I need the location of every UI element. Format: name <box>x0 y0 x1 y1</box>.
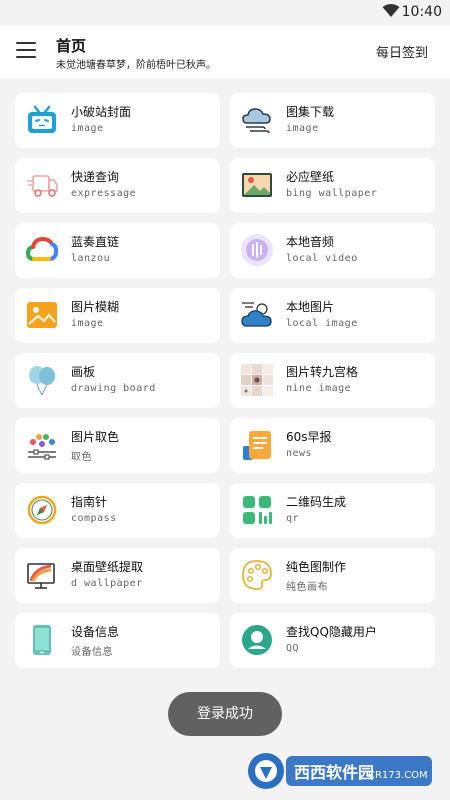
card-subtitle: expressage <box>71 188 137 199</box>
daily-checkin-button[interactable]: 每日签到 <box>376 42 428 61</box>
card-compass[interactable]: 指南针 compass <box>15 483 220 538</box>
card-subtitle: drawing board <box>71 383 156 394</box>
palette-icon <box>240 558 274 592</box>
card-subtitle: image <box>71 318 104 329</box>
page-title: 首页 <box>56 37 87 55</box>
card-desktop-wallpaper[interactable]: 桌面壁纸提取 d wallpaper <box>15 548 220 603</box>
orange-image-icon <box>25 298 59 332</box>
card-title: 指南针 <box>71 495 108 509</box>
landscape-picture-icon <box>240 168 274 202</box>
card-local-audio[interactable]: 本地音频 local video <box>230 223 435 278</box>
tool-grid: 小破站封面 image 图集下载 image 快递查询 expressage 必… <box>15 93 435 668</box>
hamburger-line-icon <box>16 42 36 44</box>
card-subtitle: image <box>286 123 319 134</box>
compass-icon <box>25 493 59 527</box>
menu-button[interactable] <box>14 38 38 62</box>
card-subtitle: news <box>286 448 313 459</box>
status-time: 10:40 <box>401 4 442 20</box>
card-subtitle: local image <box>286 318 358 329</box>
card-color-picker[interactable]: 图片取色 取色 <box>15 418 220 473</box>
wifi-icon <box>382 4 400 17</box>
card-title: 本地图片 <box>286 300 335 314</box>
balloons-icon <box>25 363 59 397</box>
delivery-truck-icon <box>25 168 59 202</box>
card-image-blur[interactable]: 图片模糊 image <box>15 288 220 343</box>
card-qr-generator[interactable]: 二维码生成 qr <box>230 483 435 538</box>
card-solid-color[interactable]: 纯色图制作 纯色画布 <box>230 548 435 603</box>
status-bar: 10:40 <box>0 0 450 26</box>
card-title: 60s早报 <box>286 430 332 444</box>
qq-user-icon <box>240 623 274 657</box>
card-subtitle: d wallpaper <box>71 578 143 589</box>
bilibili-tv-icon <box>25 103 59 137</box>
card-subtitle: bing wallpaper <box>286 188 378 199</box>
qr-code-icon <box>240 493 274 527</box>
card-drawing-board[interactable]: 画板 drawing board <box>15 353 220 408</box>
card-bilibili-cover[interactable]: 小破站封面 image <box>15 93 220 148</box>
card-title: 本地音频 <box>286 235 335 249</box>
cloud-wind-icon <box>240 103 274 137</box>
card-subtitle: compass <box>71 513 117 524</box>
card-subtitle: 纯色画布 <box>286 582 328 593</box>
sun-cloud-icon <box>240 298 274 332</box>
card-express-query[interactable]: 快递查询 expressage <box>15 158 220 213</box>
card-60s-news[interactable]: 60s早报 news <box>230 418 435 473</box>
card-title: 蓝奏直链 <box>71 235 120 249</box>
card-title: 查找QQ隐藏用户 <box>286 625 377 639</box>
color-picker-icon <box>25 428 59 462</box>
app-bar: 首页 未觉池塘春草梦，阶前梧叶已秋声。 每日签到 <box>0 26 450 78</box>
hamburger-line-icon <box>16 49 36 51</box>
watermark-domain: CR173.COM <box>368 770 428 781</box>
card-subtitle: local video <box>286 253 358 264</box>
card-bing-wallpaper[interactable]: 必应壁纸 bing wallpaper <box>230 158 435 213</box>
card-nine-grid[interactable]: 图片转九宫格 nine image <box>230 353 435 408</box>
nine-grid-icon <box>240 363 274 397</box>
card-subtitle: image <box>71 123 104 134</box>
card-title: 桌面壁纸提取 <box>71 560 144 574</box>
watermark-logo-text: 西西软件园 <box>294 763 374 782</box>
phone-device-icon <box>25 623 59 657</box>
hamburger-line-icon <box>16 56 36 58</box>
card-title: 必应壁纸 <box>286 170 335 184</box>
card-title: 图片模糊 <box>71 300 120 314</box>
card-title: 设备信息 <box>71 625 120 639</box>
google-cloud-icon <box>25 233 59 267</box>
card-title: 画板 <box>71 365 96 379</box>
card-subtitle: 设备信息 <box>71 647 113 658</box>
card-qq-hidden-users[interactable]: 查找QQ隐藏用户 QQ <box>230 613 435 668</box>
card-subtitle: 取色 <box>71 452 92 463</box>
card-subtitle: nine image <box>286 383 352 394</box>
page-subtitle: 未觉池塘春草梦，阶前梧叶已秋声。 <box>56 60 216 71</box>
card-title: 图片取色 <box>71 430 120 444</box>
desktop-wallpaper-icon <box>25 558 59 592</box>
card-device-info[interactable]: 设备信息 设备信息 <box>15 613 220 668</box>
card-subtitle: lanzou <box>71 253 111 264</box>
card-title: 图片转九宫格 <box>286 365 359 379</box>
audio-wave-icon <box>240 233 274 267</box>
card-subtitle: qr <box>286 513 300 524</box>
card-title: 小破站封面 <box>71 105 132 119</box>
toast-message: 登录成功 <box>168 692 282 736</box>
card-title: 快递查询 <box>71 170 120 184</box>
watermark-logo: 西西软件园 CR173.COM <box>248 753 432 789</box>
card-local-image[interactable]: 本地图片 local image <box>230 288 435 343</box>
card-title: 纯色图制作 <box>286 560 347 574</box>
card-album-download[interactable]: 图集下载 image <box>230 93 435 148</box>
card-title: 二维码生成 <box>286 495 347 509</box>
card-title: 图集下载 <box>286 105 335 119</box>
newspaper-icon <box>240 428 274 462</box>
card-subtitle: QQ <box>286 643 300 654</box>
card-lanzou-link[interactable]: 蓝奏直链 lanzou <box>15 223 220 278</box>
